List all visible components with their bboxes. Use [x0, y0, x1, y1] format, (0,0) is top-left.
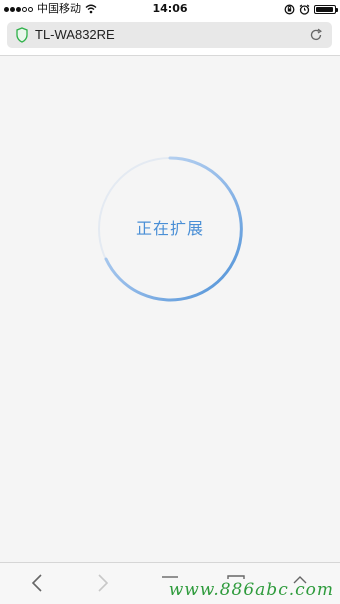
shield-icon — [16, 27, 28, 43]
watermark-text: www.886abc.com — [168, 580, 334, 600]
status-bar: 中国移动 14:06 — [0, 0, 340, 18]
battery-level — [316, 6, 333, 12]
browser-toolbar: www.886abc.com — [0, 562, 340, 604]
rotation-lock-icon — [284, 4, 295, 14]
address-bar[interactable]: TL-WA832RE — [7, 22, 332, 48]
status-right — [284, 0, 338, 18]
screen: 中国移动 14:06 TL-WA832RE 正在扩展 www.886abc.co… — [0, 0, 340, 604]
browser-header: TL-WA832RE — [0, 18, 340, 56]
battery-icon — [314, 4, 338, 14]
progress-spinner: 正在扩展 — [95, 154, 245, 304]
url-text: TL-WA832RE — [35, 27, 115, 42]
chevron-left-icon[interactable] — [26, 571, 50, 595]
chevron-right-icon[interactable] — [90, 571, 114, 595]
alarm-icon — [299, 4, 310, 15]
reload-icon[interactable] — [309, 28, 323, 42]
progress-label: 正在扩展 — [135, 219, 204, 238]
